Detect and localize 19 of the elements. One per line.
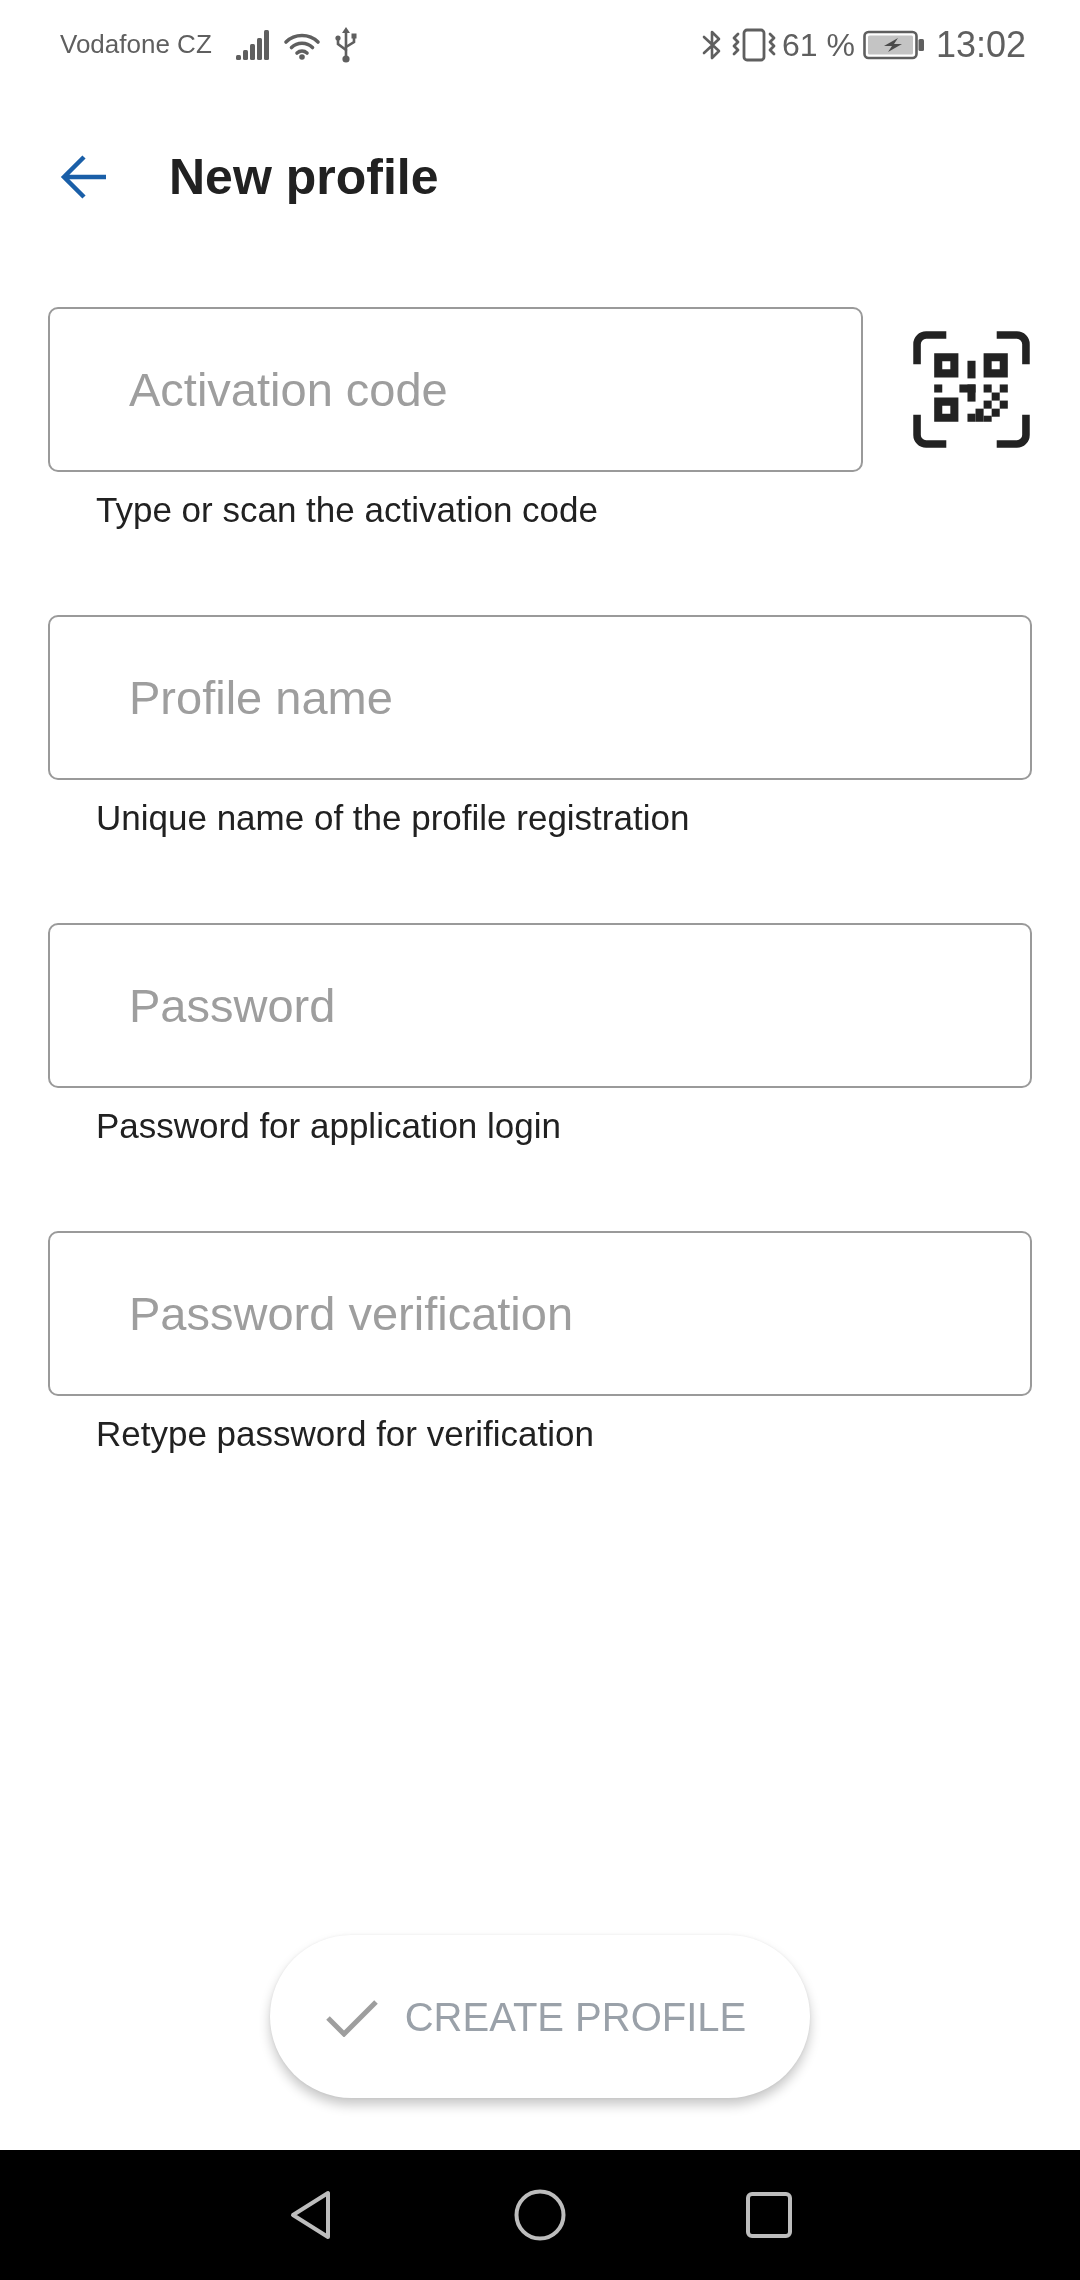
battery-percent: 61 % (781, 25, 855, 65)
text-input-field[interactable]: Password verification (48, 1231, 1032, 1396)
battery-icon (862, 30, 925, 60)
text-input-field[interactable]: Activation code (48, 307, 863, 472)
usb-icon (333, 27, 358, 63)
carrier-name: Vodafone CZ (60, 29, 212, 61)
clock-time: 13:02 (935, 23, 1026, 67)
recent-apps-icon[interactable] (746, 2192, 792, 2238)
back-arrow-icon[interactable] (60, 153, 108, 201)
qr-code-icon[interactable] (911, 329, 1032, 450)
page-title: New profile (169, 148, 439, 207)
helper-text: Retype password for verification (96, 1413, 595, 1455)
helper-text: Unique name of the profile registration (96, 797, 691, 839)
helper-text: Type or scan the activation code (96, 489, 599, 531)
text-input-field[interactable]: Password (48, 923, 1032, 1088)
text-input-field[interactable]: Profile name (48, 615, 1032, 780)
signal-icon (235, 30, 270, 60)
home-icon[interactable] (514, 2189, 566, 2241)
helper-text: Password for application login (96, 1105, 562, 1147)
